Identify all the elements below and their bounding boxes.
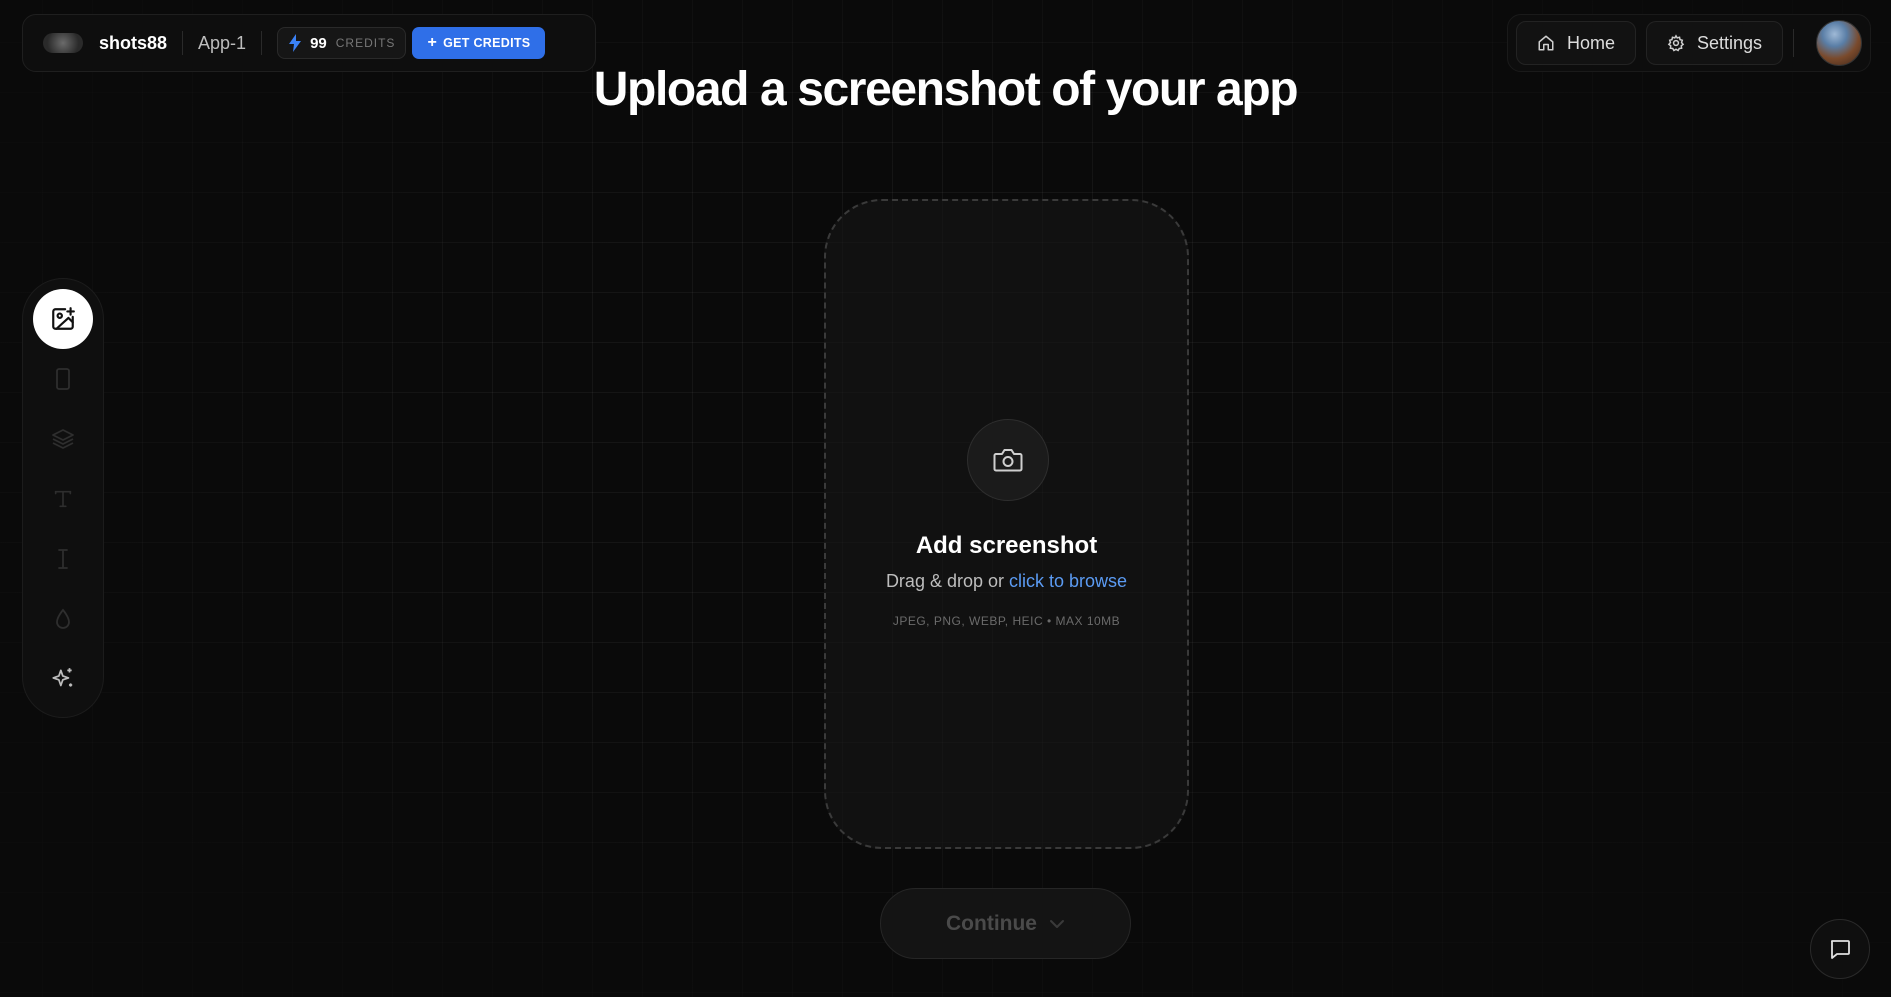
lightning-icon (289, 34, 302, 52)
divider (261, 31, 263, 55)
dropzone-title: Add screenshot (915, 532, 1098, 559)
project-name[interactable]: App-1 (198, 33, 246, 54)
cursor-text-icon (58, 549, 68, 569)
credits-label: CREDITS (335, 36, 396, 50)
divider (1793, 29, 1795, 57)
avatar[interactable] (1816, 20, 1862, 66)
sidebar-item-font[interactable] (33, 529, 93, 589)
text-icon (54, 490, 72, 508)
sidebar-item-device[interactable] (33, 349, 93, 409)
theme-toggle[interactable] (43, 33, 83, 53)
get-credits-button[interactable]: + GET CREDITS (412, 27, 546, 59)
sidebar-item-color[interactable] (33, 589, 93, 649)
camera-icon (993, 449, 1023, 472)
credits-count: 99 (310, 34, 327, 52)
sidebar-item-ai[interactable] (33, 649, 93, 709)
droplet-icon (56, 608, 70, 629)
dropzone-instructions: Drag & drop or click to browse (826, 571, 1187, 592)
chat-icon (1830, 940, 1850, 959)
dropzone-formats: JPEG, PNG, WEBP, HEIC • MAX 10MB (892, 614, 1121, 628)
divider (182, 31, 184, 55)
settings-label: Settings (1697, 32, 1763, 53)
dropzone-prefix: Drag & drop or (885, 571, 1009, 591)
chevron-down-icon (1049, 919, 1064, 928)
page-title: Upload a screenshot of your app (593, 63, 1299, 116)
sidebar-item-text[interactable] (33, 469, 93, 529)
sidebar-item-upload[interactable] (33, 289, 93, 349)
chat-button[interactable] (1810, 919, 1870, 979)
continue-label: Continue (946, 911, 1037, 935)
sparkle-icon (52, 668, 73, 687)
continue-button[interactable]: Continue (880, 888, 1131, 959)
home-button[interactable]: Home (1516, 21, 1637, 65)
sidebar-item-layers[interactable] (33, 409, 93, 469)
home-label: Home (1567, 32, 1616, 53)
upload-button[interactable] (967, 419, 1049, 501)
screenshot-dropzone[interactable]: Add screenshot Drag & drop or click to b… (824, 199, 1189, 849)
credits-badge: 99 CREDITS (277, 27, 407, 59)
gear-icon (1667, 34, 1685, 52)
brand-name[interactable]: shots88 (99, 33, 167, 54)
device-icon (56, 368, 70, 390)
tool-sidebar (22, 278, 104, 718)
layers-icon (52, 429, 74, 449)
image-add-icon (52, 307, 75, 330)
get-credits-label: GET CREDITS (443, 36, 531, 50)
home-icon (1538, 35, 1554, 51)
plus-icon: + (427, 34, 438, 51)
browse-link[interactable]: click to browse (1009, 571, 1127, 591)
settings-button[interactable]: Settings (1646, 21, 1784, 65)
